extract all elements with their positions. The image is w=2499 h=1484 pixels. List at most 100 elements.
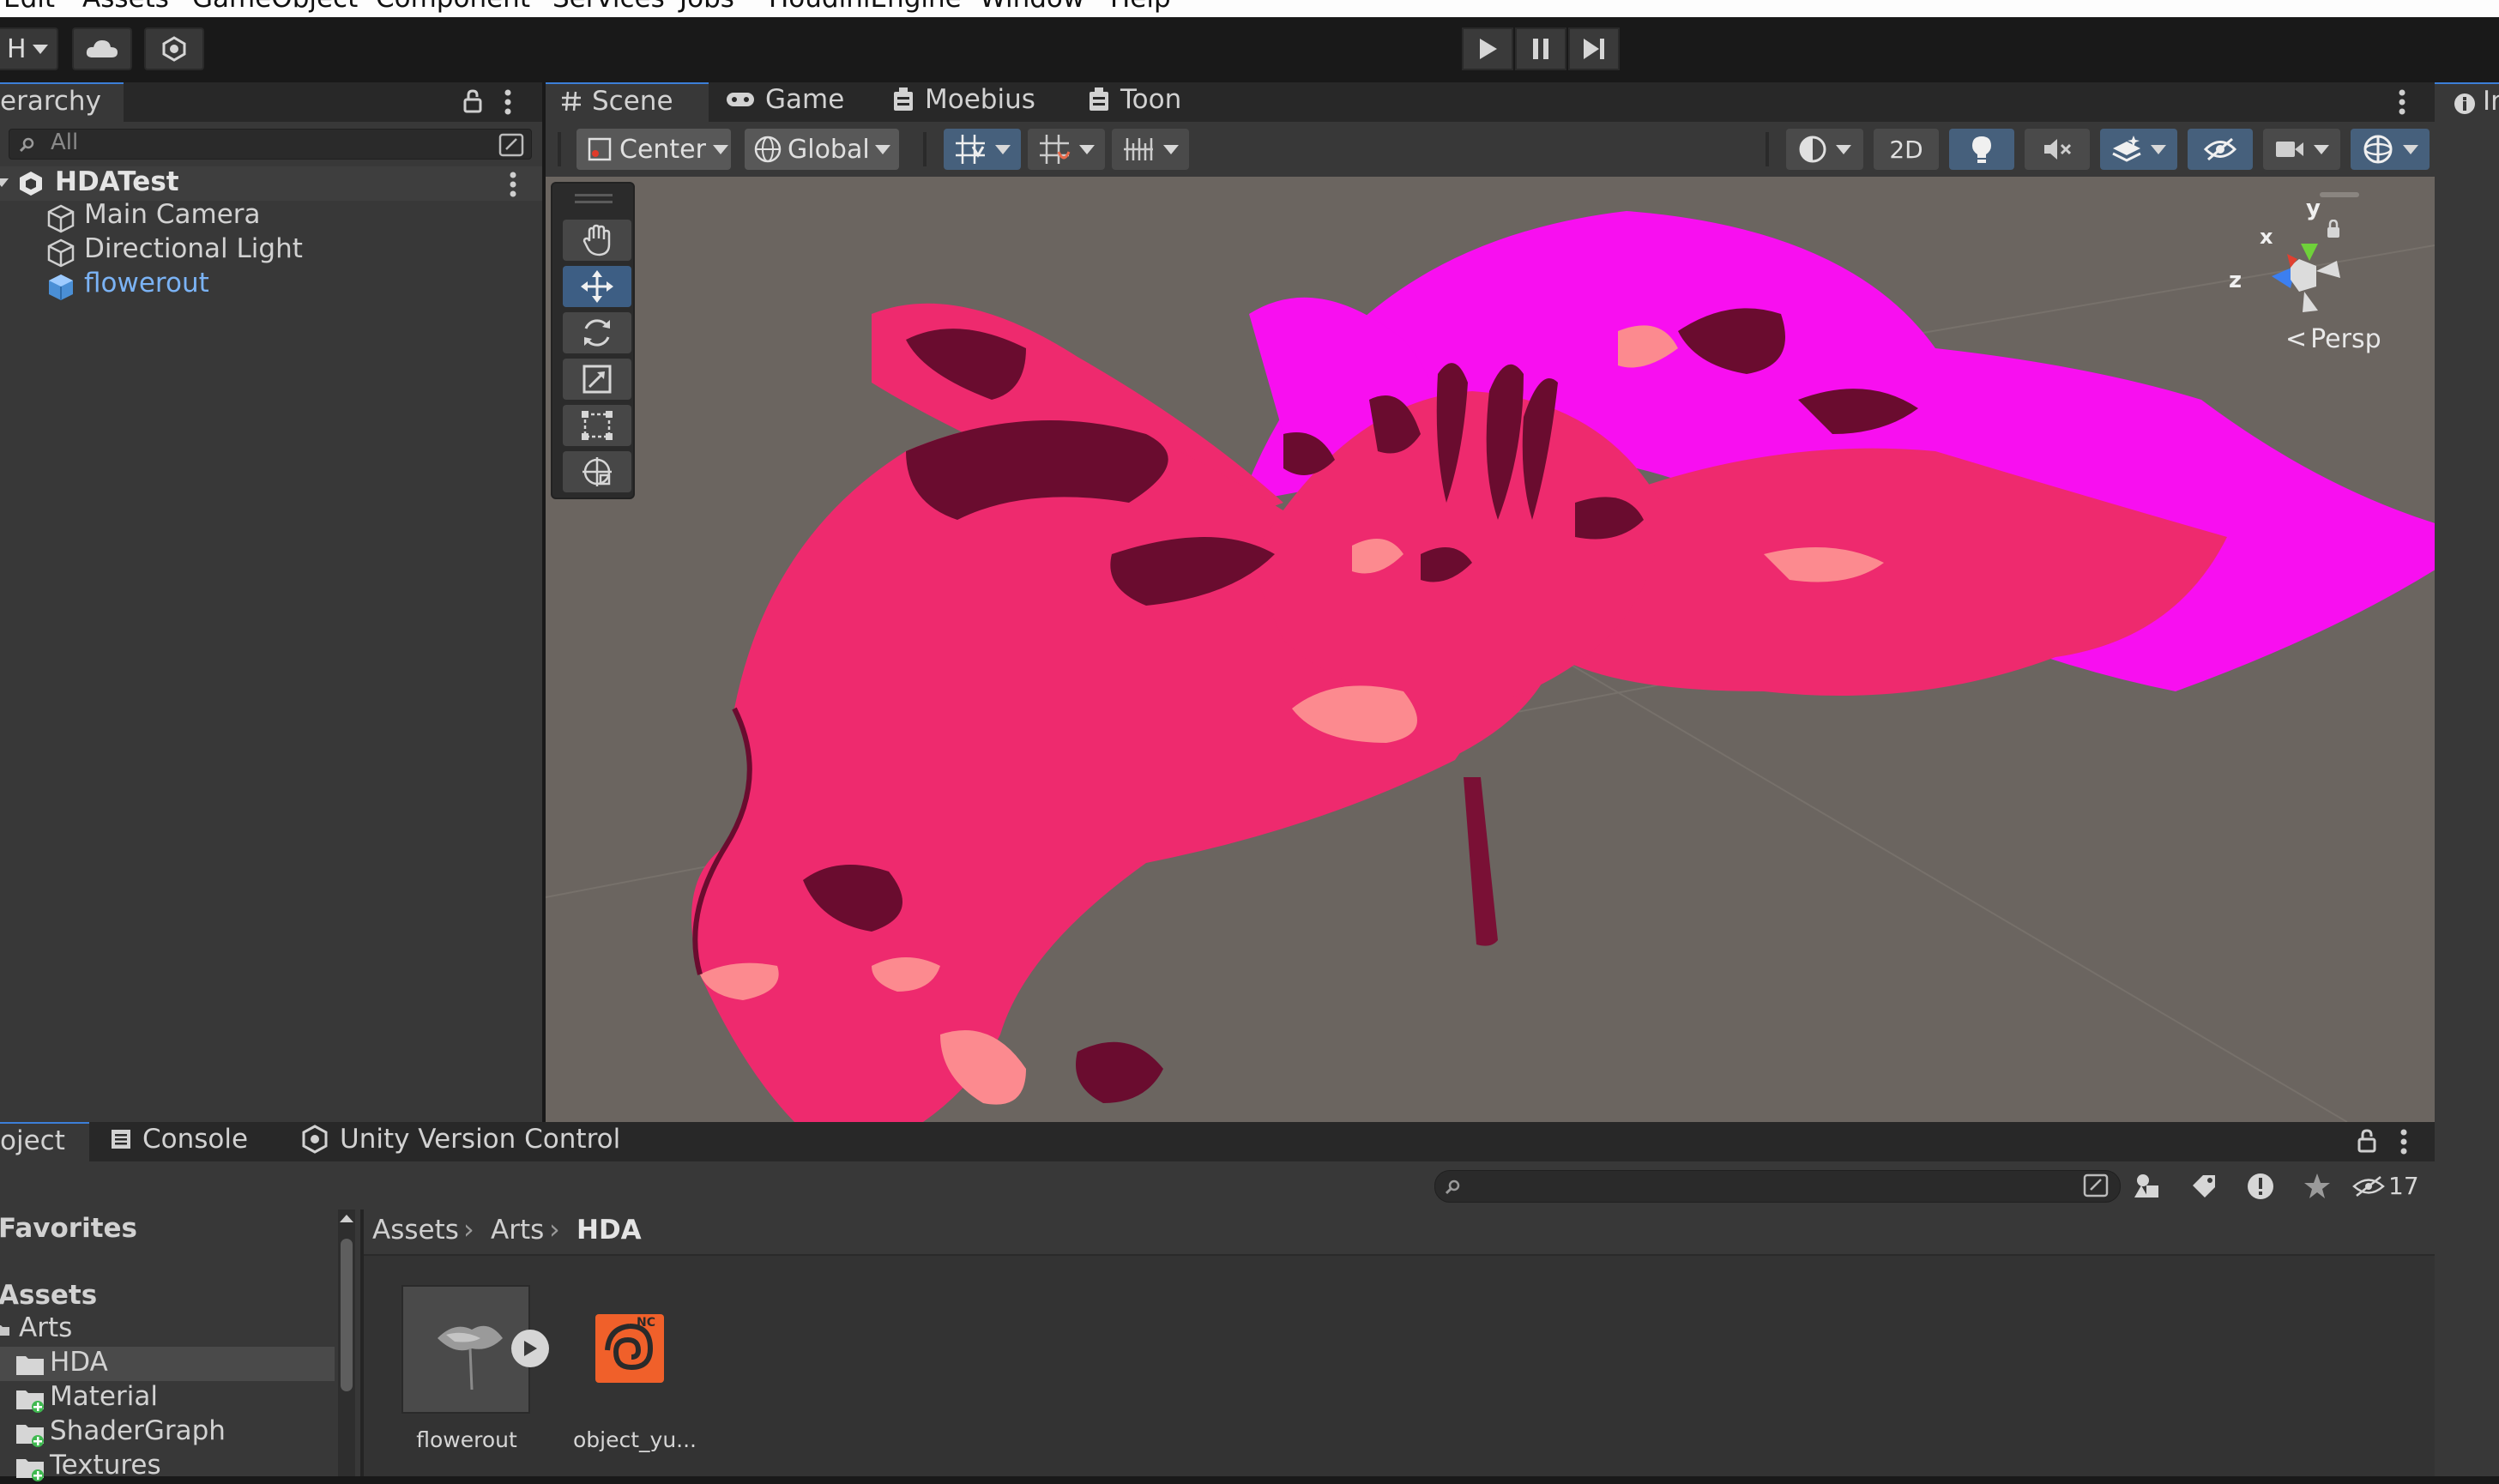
- search-options-icon[interactable]: [2083, 1173, 2110, 1199]
- filter-by-label-icon[interactable]: [2189, 1172, 2218, 1201]
- orientation-gizmo[interactable]: y x z < Persp: [2227, 185, 2433, 400]
- tab-inspector[interactable]: In: [2435, 82, 2499, 122]
- more-icon[interactable]: [2400, 1129, 2407, 1155]
- folder-icon: [16, 1356, 44, 1375]
- hierarchy-item-main-camera[interactable]: Main Camera: [0, 199, 542, 235]
- overlay-grip[interactable]: [575, 194, 613, 196]
- move-tool-button[interactable]: [563, 266, 631, 307]
- tab-toon[interactable]: Toon: [1088, 82, 1216, 122]
- tree-item-textures[interactable]: Textures: [0, 1450, 335, 1484]
- menu-jobs[interactable]: Jobs: [679, 0, 734, 14]
- tab-game[interactable]: Game: [726, 82, 872, 122]
- grid-visibility-toggle[interactable]: [1112, 129, 1189, 170]
- tab-project[interactable]: oject: [0, 1122, 89, 1161]
- tree-item-label: Material: [50, 1381, 158, 1412]
- account-dropdown[interactable]: H: [0, 27, 58, 70]
- scene-more-icon[interactable]: [510, 172, 516, 197]
- step-button[interactable]: [1568, 27, 1620, 70]
- effects-dropdown[interactable]: [2100, 129, 2177, 170]
- overlay-grip-line: [575, 201, 613, 203]
- favorite-star-icon[interactable]: [2303, 1172, 2332, 1201]
- hidden-packages-toggle[interactable]: 17: [2352, 1172, 2419, 1200]
- menu-houdiniengine[interactable]: HoudiniEngine: [769, 0, 962, 14]
- increment-snap-toggle[interactable]: [1028, 129, 1105, 170]
- space-mode-dropdown[interactable]: Global: [745, 129, 899, 170]
- scrollbar-thumb[interactable]: [341, 1239, 353, 1391]
- rect-transform-icon: [582, 411, 613, 440]
- audio-toggle[interactable]: [2025, 129, 2090, 170]
- assets-root-label[interactable]: Assets: [0, 1280, 97, 1311]
- 2d-toggle[interactable]: 2D: [1874, 129, 1939, 170]
- tree-item-material[interactable]: Material: [0, 1381, 335, 1415]
- lock-icon[interactable]: [2357, 1129, 2376, 1153]
- chevron-down-icon: [2314, 144, 2329, 154]
- tab-hierarchy[interactable]: erarchy: [0, 82, 124, 122]
- expand-prefab-button[interactable]: [511, 1330, 549, 1367]
- gizmos-dropdown[interactable]: [2351, 129, 2430, 170]
- scene-toolbar: Center Global 2D: [546, 122, 2435, 177]
- hand-tool-button[interactable]: [563, 220, 631, 261]
- lock-icon[interactable]: [463, 89, 482, 113]
- tab-console[interactable]: Console: [110, 1122, 264, 1161]
- gizmo-z-label: z: [2229, 268, 2242, 293]
- play-button[interactable]: [1462, 27, 1513, 70]
- more-icon[interactable]: [2399, 89, 2405, 115]
- breadcrumb-hda[interactable]: HDA: [576, 1215, 642, 1246]
- asset-label: flowerout: [416, 1427, 517, 1452]
- grid-snap-icon: [956, 135, 985, 164]
- camera-settings-dropdown[interactable]: [2263, 129, 2340, 170]
- pivot-mode-dropdown[interactable]: Center: [576, 129, 731, 170]
- breadcrumb-arts[interactable]: Arts: [491, 1215, 544, 1246]
- filter-by-type-icon[interactable]: [2133, 1172, 2162, 1201]
- more-icon[interactable]: [504, 89, 511, 115]
- projection-toggle[interactable]: < Persp: [2285, 324, 2381, 354]
- menu-edit[interactable]: Edit: [3, 0, 55, 14]
- cloud-icon: [86, 40, 118, 57]
- version-control-button[interactable]: [144, 27, 204, 70]
- rotate-tool-button[interactable]: [563, 312, 631, 353]
- tree-item-shadergraph[interactable]: ShaderGraph: [0, 1415, 335, 1450]
- layers-effects-icon: [2112, 136, 2141, 162]
- menu-window[interactable]: Window: [980, 0, 1084, 14]
- rect-tool-button[interactable]: [563, 405, 631, 446]
- menu-assets[interactable]: Assets: [82, 0, 169, 14]
- tree-scrollbar[interactable]: [338, 1210, 355, 1476]
- lighting-toggle[interactable]: [1949, 129, 2014, 170]
- tab-scene[interactable]: Scene: [546, 82, 709, 122]
- scale-tool-button[interactable]: [563, 359, 631, 400]
- scene-root-row[interactable]: HDATest: [0, 166, 542, 201]
- increment-snap-icon: [1040, 135, 1071, 164]
- project-search-input[interactable]: [1434, 1170, 2121, 1203]
- toolbar-grip[interactable]: [558, 132, 561, 166]
- menu-component[interactable]: Component: [376, 0, 530, 14]
- asset-object-yu[interactable]: NC object_yu...: [558, 1285, 712, 1482]
- project-panel: oject Console Unity Version Control 17 F…: [0, 1122, 2435, 1481]
- warning-filter-icon[interactable]: [2246, 1172, 2275, 1201]
- asset-flowerout[interactable]: flowerout: [398, 1285, 549, 1482]
- pause-button[interactable]: [1515, 27, 1566, 70]
- tree-item-hda[interactable]: HDA: [0, 1347, 335, 1381]
- draw-mode-dropdown[interactable]: [1786, 129, 1863, 170]
- scene-visibility-toggle[interactable]: [2188, 129, 2253, 170]
- expand-arrow-icon[interactable]: [0, 178, 9, 187]
- tree-item-arts[interactable]: Arts: [0, 1312, 343, 1347]
- hierarchy-item-directional-light[interactable]: Directional Light: [0, 233, 542, 269]
- hierarchy-search-input[interactable]: All: [9, 129, 532, 160]
- hierarchy-item-flowerout[interactable]: flowerout: [0, 268, 542, 304]
- menu-gameobject[interactable]: GameObject: [192, 0, 358, 14]
- move-arrows-icon: [581, 270, 613, 303]
- menu-help[interactable]: Help: [1110, 0, 1171, 14]
- asset-grid: flowerout NC object_yu...: [364, 1256, 2435, 1476]
- favorites-label[interactable]: Favorites: [0, 1213, 137, 1244]
- cloud-button[interactable]: [72, 27, 132, 70]
- tab-unity-version-control[interactable]: Unity Version Control: [300, 1122, 626, 1161]
- transform-tool-button[interactable]: [563, 451, 631, 492]
- breadcrumb-assets[interactable]: Assets: [372, 1215, 459, 1246]
- scene-viewport[interactable]: y x z < Persp: [546, 177, 2435, 1122]
- grid-snap-toggle[interactable]: [944, 129, 1021, 170]
- scroll-up-icon[interactable]: [340, 1215, 353, 1222]
- tab-moebius[interactable]: Moebius: [892, 82, 1064, 122]
- menu-services[interactable]: Services: [552, 0, 665, 14]
- search-by-type-icon[interactable]: [498, 133, 524, 157]
- gizmo-globe-icon: [2363, 135, 2393, 164]
